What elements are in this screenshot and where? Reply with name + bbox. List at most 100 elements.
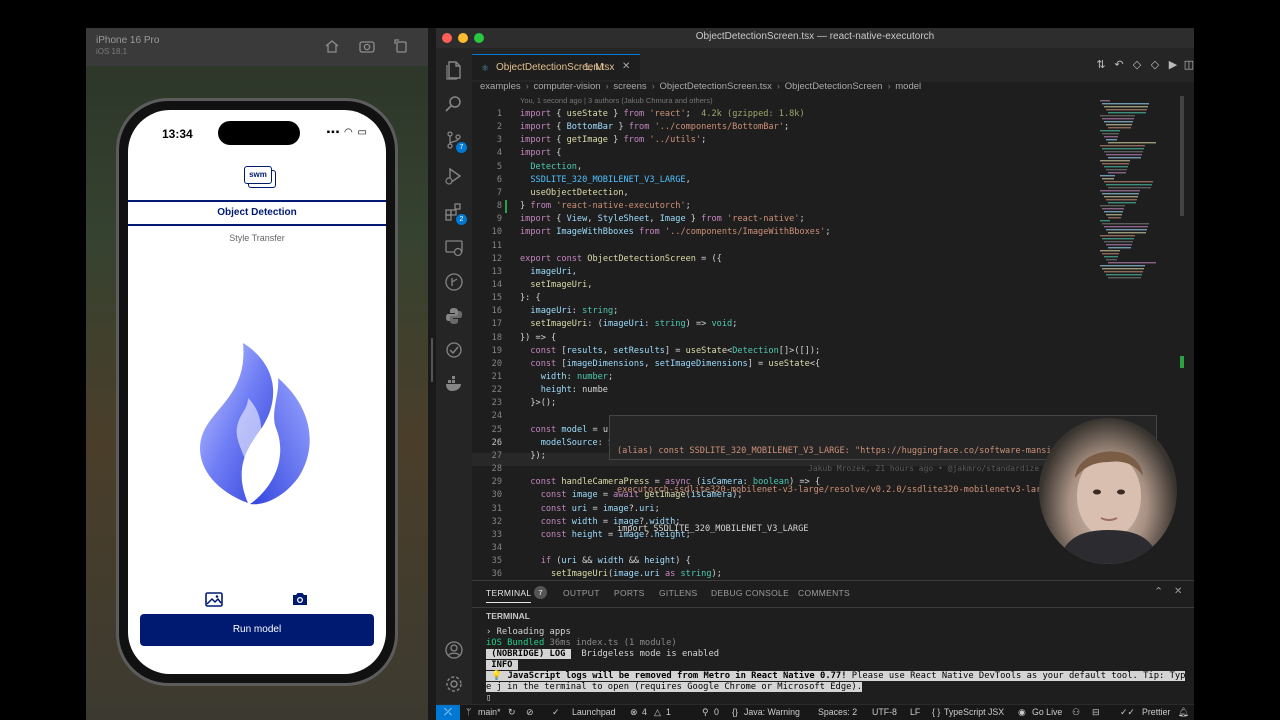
- remote-indicator-icon[interactable]: ⤫: [436, 705, 460, 720]
- explorer-icon[interactable]: [444, 60, 464, 80]
- screenshot-icon[interactable]: [359, 39, 375, 53]
- launchpad[interactable]: Launchpad: [572, 707, 616, 717]
- breadcrumb-item[interactable]: ObjectDetectionScreen: [785, 81, 883, 92]
- line-number: 24: [491, 411, 502, 422]
- panel-tab-comments[interactable]: COMMENTS: [798, 588, 850, 598]
- encoding[interactable]: UTF-8: [872, 707, 897, 717]
- run-model-button[interactable]: Run model: [140, 614, 374, 646]
- code-line[interactable]: 19 const [results, setResults] = useStat…: [472, 345, 1132, 358]
- battery-icon: ▭: [357, 127, 368, 138]
- end-of-line[interactable]: LF: [910, 707, 920, 717]
- panel-tab-gitlens[interactable]: GITLENS: [659, 588, 697, 598]
- inline-blame: Jakub Mrozek, 21 hours ago • @jakmro/sta…: [808, 464, 1040, 473]
- tab-objectdetectionscreen[interactable]: ⚛ ObjectDetectionScreen.tsx 1, M ✕: [472, 54, 640, 80]
- warning-count[interactable]: 1: [666, 707, 671, 717]
- timeline-back-icon[interactable]: ↶: [1112, 58, 1126, 72]
- code-line[interactable]: 23 }>();: [472, 397, 1132, 410]
- line-number: 4: [496, 148, 502, 159]
- gallery-icon[interactable]: [205, 592, 223, 607]
- minimap-line: [1104, 211, 1123, 213]
- go-live[interactable]: Go Live: [1032, 707, 1062, 717]
- testing-icon[interactable]: [444, 340, 464, 360]
- docker-icon[interactable]: [444, 374, 464, 394]
- code-line[interactable]: 15}: {: [472, 292, 1132, 305]
- python-icon[interactable]: [444, 306, 464, 326]
- tab-object-detection[interactable]: Object Detection: [128, 200, 386, 226]
- close-panel-icon[interactable]: ✕: [1174, 586, 1183, 597]
- git-branch[interactable]: main*: [478, 707, 501, 717]
- breadcrumb-item[interactable]: examples: [480, 81, 521, 92]
- camera-icon[interactable]: [291, 591, 309, 607]
- breadcrumb-item[interactable]: model: [895, 81, 921, 92]
- hover-text-3: import SSDLITE_320_MOBILENET_V3_LARGE: [617, 524, 809, 534]
- breadcrumb-item[interactable]: ObjectDetectionScreen.tsx: [659, 81, 771, 92]
- sync-icon[interactable]: ↻: [508, 707, 515, 718]
- code-line[interactable]: 14 setImageUri,: [472, 279, 1132, 292]
- home-icon[interactable]: [324, 39, 340, 53]
- split-editor-icon[interactable]: ◫: [1182, 58, 1194, 72]
- maximize-panel-icon[interactable]: ⌃: [1154, 585, 1164, 598]
- code-line[interactable]: 18}) => {: [472, 332, 1132, 345]
- run-icon[interactable]: ▶: [1166, 58, 1180, 72]
- codelens-blame[interactable]: You, 1 second ago | 3 authors (Jakub Chm…: [520, 96, 713, 105]
- code-text: }>();: [520, 398, 557, 409]
- notifications-bell-icon[interactable]: 🔔︎: [1178, 707, 1189, 718]
- code-line[interactable]: 10 import ImageWithBboxes from '../compon…: [472, 226, 1132, 239]
- minimap-line: [1104, 241, 1133, 243]
- panel-tab-output[interactable]: OUTPUT: [563, 588, 600, 598]
- next-change-icon[interactable]: ◇: [1148, 58, 1162, 72]
- gitlens-icon[interactable]: [444, 272, 464, 292]
- run-debug-icon[interactable]: [444, 166, 464, 186]
- code-text: }) => {: [520, 332, 557, 343]
- code-line[interactable]: 17 setImageUri: (imageUri: string) => vo…: [472, 318, 1132, 331]
- code-text: setImageUri(image.uri as string);: [551, 569, 722, 580]
- code-line[interactable]: 22 height: numbe: [472, 384, 1132, 397]
- code-line[interactable]: 1 import { useState } from 'react'; 4.2k …: [472, 108, 1132, 121]
- code-line[interactable]: 8} from 'react-native-executorch';: [472, 200, 1132, 213]
- tab-status: 1, M: [584, 62, 604, 73]
- panel-tab-terminal[interactable]: TERMINAL: [486, 588, 532, 603]
- language-mode[interactable]: TypeScript JSX: [944, 707, 1004, 717]
- code-line[interactable]: 9 import { View, StyleSheet, Image } from…: [472, 213, 1132, 226]
- minimap-line: [1106, 109, 1147, 111]
- code-line[interactable]: 12 export const ObjectDetectionScreen = (…: [472, 253, 1132, 266]
- rotate-icon[interactable]: [393, 39, 409, 53]
- code-line[interactable]: 4 import {: [472, 147, 1132, 160]
- code-line[interactable]: 16 imageUri: string;: [472, 305, 1132, 318]
- settings-gear-icon[interactable]: [444, 674, 464, 694]
- code-line[interactable]: 13 imageUri,: [472, 266, 1132, 279]
- gutter-modified-mark: [505, 200, 507, 214]
- java-status[interactable]: Java: Warning: [744, 707, 800, 717]
- code-line[interactable]: 36 setImageUri(image.uri as string);: [472, 568, 1132, 580]
- copilot-icon[interactable]: ⚇: [1072, 707, 1080, 718]
- code-line[interactable]: 3 import { getImage } from '../utils';: [472, 134, 1132, 147]
- panel-tab-debug-console[interactable]: DEBUG CONSOLE: [711, 588, 789, 598]
- panel-tab-ports[interactable]: PORTS: [614, 588, 645, 598]
- code-text: height: numbe: [540, 385, 608, 396]
- tab-style-transfer[interactable]: Style Transfer: [128, 233, 386, 243]
- code-line[interactable]: 11: [472, 240, 1132, 253]
- breadcrumb-item[interactable]: screens: [613, 81, 646, 92]
- breadcrumb-item[interactable]: computer-vision: [533, 81, 600, 92]
- code-line[interactable]: 2 import { BottomBar } from '../component…: [472, 121, 1132, 134]
- code-line[interactable]: 5 Detection,: [472, 161, 1132, 174]
- prettier-status[interactable]: Prettier: [1142, 707, 1170, 717]
- ports-count[interactable]: 0: [714, 707, 719, 717]
- line-number: 26: [491, 437, 502, 448]
- code-line[interactable]: 20 const [imageDimensions, setImageDimen…: [472, 358, 1132, 371]
- code-line[interactable]: 21 width: number;: [472, 371, 1132, 384]
- code-line[interactable]: 7 useObjectDetection,: [472, 187, 1132, 200]
- prev-change-icon[interactable]: ◇: [1130, 58, 1144, 72]
- remote-explorer-icon[interactable]: [444, 238, 464, 258]
- line-number: 33: [491, 529, 502, 540]
- indentation[interactable]: Spaces: 2: [818, 707, 857, 717]
- search-icon[interactable]: [444, 94, 464, 114]
- resize-handle[interactable]: [431, 338, 433, 382]
- git-compare-icon[interactable]: ⇅: [1094, 58, 1108, 72]
- format-icon[interactable]: ⊟: [1092, 707, 1099, 718]
- account-icon[interactable]: [444, 640, 464, 660]
- minimap-line: [1108, 142, 1156, 144]
- error-count[interactable]: 4: [642, 707, 647, 717]
- close-icon[interactable]: ✕: [622, 61, 630, 72]
- code-line[interactable]: 6 SSDLITE_320_MOBILENET_V3_LARGE,: [472, 174, 1132, 187]
